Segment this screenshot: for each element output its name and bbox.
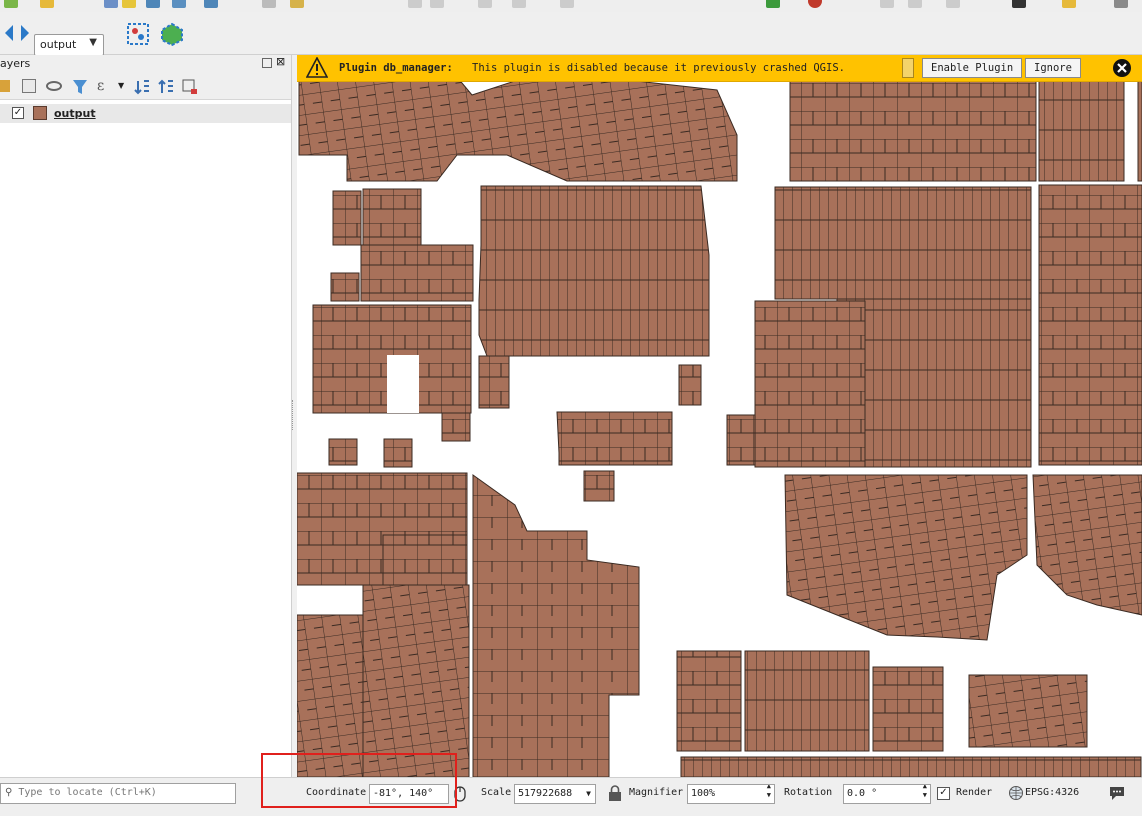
locator-placeholder: Type to locate (Ctrl+K) [18, 787, 157, 798]
select-features-icon[interactable] [126, 22, 150, 46]
locator-search[interactable]: ⚲ Type to locate (Ctrl+K) [0, 783, 236, 804]
float-panel-icon[interactable] [262, 58, 272, 68]
magnifier-label: Magnifier [629, 787, 684, 798]
plugin-warning-title: Plugin db_manager: [339, 62, 453, 74]
close-icon[interactable] [1112, 58, 1132, 78]
stats-icon[interactable] [172, 0, 186, 8]
layers-panel-header: ayers ⊠ [0, 55, 291, 73]
navigate-arrows-icon[interactable] [4, 22, 30, 44]
collapse-all-icon[interactable] [158, 79, 174, 95]
plugin-icon[interactable] [766, 0, 780, 8]
layers-panel: ayers ⊠ ε ▼ ✓ output [0, 55, 292, 777]
chevron-down-icon: ▼ [586, 789, 591, 798]
tool2-icon[interactable] [946, 0, 960, 8]
visibility-eye-icon[interactable] [46, 81, 62, 91]
status-bar: ⚲ Type to locate (Ctrl+K) Coordinate -81… [0, 777, 1142, 816]
table-icon[interactable] [146, 0, 160, 8]
render-checkbox[interactable]: ✓ [937, 787, 950, 800]
add-group-icon[interactable] [22, 79, 36, 93]
layers-panel-toolbar: ε ▼ [0, 73, 291, 100]
chevron-down-icon: ▼ [89, 37, 97, 48]
panel-splitter[interactable] [292, 400, 296, 430]
layers-panel-title: ayers [0, 57, 31, 70]
open-icon[interactable] [40, 0, 54, 8]
identify-icon[interactable] [104, 0, 118, 8]
record-icon[interactable] [808, 0, 822, 8]
spinner-arrows-icon[interactable]: ▲ ▼ [767, 785, 771, 800]
map-canvas[interactable] [297, 55, 1142, 777]
node-tool-icon[interactable] [159, 22, 185, 46]
chevron-down-icon[interactable]: ▼ [118, 81, 124, 90]
scroll-stepper[interactable] [902, 58, 914, 78]
style-icon[interactable] [0, 80, 10, 92]
layer-tree-item-output[interactable]: ✓ output [0, 104, 291, 123]
calc-icon[interactable] [204, 0, 218, 8]
rotation-spinbox[interactable]: 0.0 ° ▲ ▼ [843, 784, 931, 804]
warning-icon [306, 57, 328, 78]
undo-icon[interactable] [262, 0, 276, 8]
layer-name: output [54, 107, 96, 120]
tool-icon[interactable] [880, 0, 894, 8]
rotation-label: Rotation [784, 787, 833, 798]
tool3-icon[interactable] [1062, 0, 1076, 8]
globe-icon[interactable] [1008, 785, 1024, 801]
render-label: Render [956, 787, 993, 798]
layer-symbol-swatch [33, 106, 47, 120]
select-icon[interactable] [122, 0, 136, 8]
scale-combobox[interactable]: 517922688 ▼ [514, 784, 596, 804]
tool4-icon[interactable] [1114, 0, 1128, 8]
enable-plugin-button[interactable]: Enable Plugin [922, 58, 1023, 78]
lock-icon[interactable] [608, 785, 622, 801]
expression-filter-icon[interactable]: ε [97, 78, 104, 94]
scale-value: 517922688 [518, 788, 573, 799]
paste-icon[interactable] [560, 0, 574, 8]
ignore-button[interactable]: Ignore [1025, 58, 1081, 78]
layer-visibility-checkbox[interactable]: ✓ [12, 107, 24, 119]
close-panel-icon[interactable]: ⊠ [276, 56, 285, 68]
expand-all-icon[interactable] [134, 79, 150, 95]
cut-icon[interactable] [478, 0, 492, 8]
delete-icon[interactable] [430, 0, 444, 8]
layer-toolbar: output ▼ [0, 12, 1142, 56]
parcels-map [297, 76, 1142, 777]
coordinate-highlight-box [261, 753, 457, 808]
search-icon: ⚲ [5, 787, 13, 798]
copy-icon[interactable] [512, 0, 526, 8]
messages-icon[interactable] [1108, 785, 1126, 801]
spinner-arrows-icon[interactable]: ▲ ▼ [923, 785, 927, 800]
scale-label: Scale [481, 787, 512, 798]
layer-dropdown[interactable]: output ▼ [34, 34, 104, 56]
plugin-warning-message: This plugin is disabled because it previ… [472, 62, 845, 74]
magnifier-value: 100% [691, 788, 716, 799]
plugin-warning-bar: Plugin db_manager: This plugin is disabl… [297, 55, 1142, 82]
crs-label[interactable]: EPSG:4326 [1025, 787, 1079, 798]
layer-dropdown-value: output [40, 38, 77, 51]
remove-layer-icon[interactable] [182, 79, 198, 95]
add-feature-icon[interactable] [408, 0, 422, 8]
rotation-value: 0.0 ° [847, 788, 878, 799]
edit-icon[interactable] [290, 0, 304, 8]
eye-icon[interactable] [908, 0, 922, 8]
filter-icon[interactable] [72, 79, 88, 95]
magnifier-spinbox[interactable]: 100% ▲ ▼ [687, 784, 775, 804]
new-layer-icon[interactable] [4, 0, 18, 8]
binoculars-icon[interactable] [1012, 0, 1026, 8]
